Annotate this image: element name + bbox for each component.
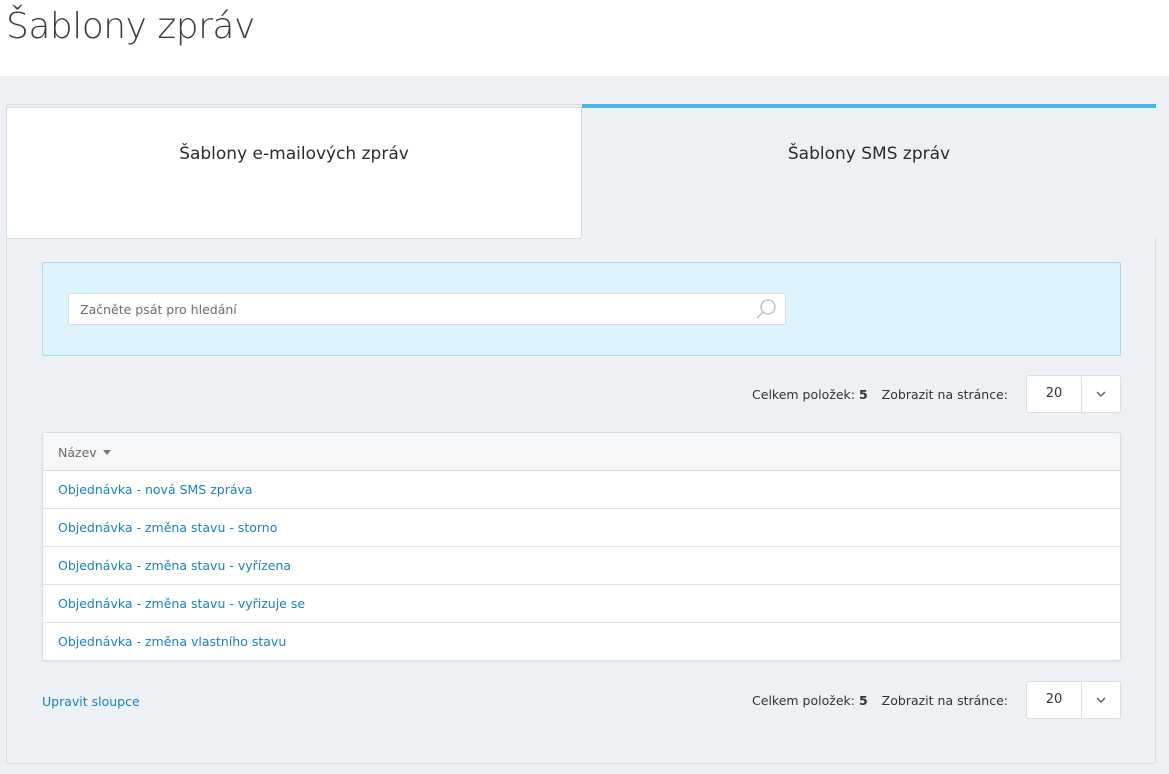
table-header: Název (43, 433, 1120, 471)
column-header-name[interactable]: Název (58, 445, 111, 460)
per-page-select[interactable]: 20 (1026, 681, 1121, 719)
tab-email-templates[interactable]: Šablony e-mailových zpráv (6, 107, 582, 239)
template-link[interactable]: Objednávka - nová SMS zpráva (58, 482, 253, 497)
total-items-label: Celkem položek: (752, 386, 855, 402)
tab-email-templates-label: Šablony e-mailových zpráv (179, 144, 409, 164)
table-row: Objednávka - nová SMS zpráva (43, 471, 1120, 509)
table-row: Objednávka - změna stavu - vyřizuje se (43, 585, 1120, 623)
total-items-value: 5 (858, 386, 868, 402)
search-panel (42, 262, 1121, 356)
table-row: Objednávka - změna vlastního stavu (43, 623, 1120, 661)
pager-top: Celkem položek: 5 Zobrazit na stránce: 2… (752, 375, 1121, 413)
page-header: Šablony zpráv (0, 0, 1169, 76)
template-link[interactable]: Objednávka - změna stavu - vyřízena (58, 558, 291, 573)
per-page-value: 20 (1045, 386, 1063, 401)
chevron-down-icon[interactable] (1082, 376, 1120, 412)
search-icon[interactable] (755, 298, 777, 320)
template-link[interactable]: Objednávka - změna stavu - vyřizuje se (58, 596, 305, 611)
pager-bottom: Celkem položek: 5 Zobrazit na stránce: 2… (752, 681, 1121, 719)
total-items-label: Celkem položek: (752, 692, 855, 708)
chevron-down-icon[interactable] (1082, 682, 1120, 718)
search-field (68, 293, 786, 325)
template-link[interactable]: Objednávka - změna stavu - storno (58, 520, 277, 535)
tab-sms-templates-label: Šablony SMS zpráv (787, 144, 951, 164)
per-page-label: Zobrazit na stránce: (881, 386, 1008, 402)
total-items-value: 5 (858, 692, 868, 708)
per-page-value: 20 (1045, 692, 1063, 707)
sort-desc-icon (102, 450, 111, 455)
search-input[interactable] (69, 294, 749, 324)
per-page-select[interactable]: 20 (1026, 375, 1121, 413)
table-row: Objednávka - změna stavu - vyřízena (43, 547, 1120, 585)
templates-table: Název Objednávka - nová SMS zpráva Objed… (42, 432, 1121, 661)
edit-columns-link[interactable]: Upravit sloupce (42, 694, 140, 709)
column-header-name-label: Název (58, 445, 97, 460)
tab-sms-templates[interactable]: Šablony SMS zpráv (582, 104, 1156, 238)
page-title: Šablony zpráv (6, 6, 255, 47)
template-link[interactable]: Objednávka - změna vlastního stavu (58, 634, 286, 649)
per-page-label: Zobrazit na stránce: (881, 692, 1008, 708)
table-row: Objednávka - změna stavu - storno (43, 509, 1120, 547)
